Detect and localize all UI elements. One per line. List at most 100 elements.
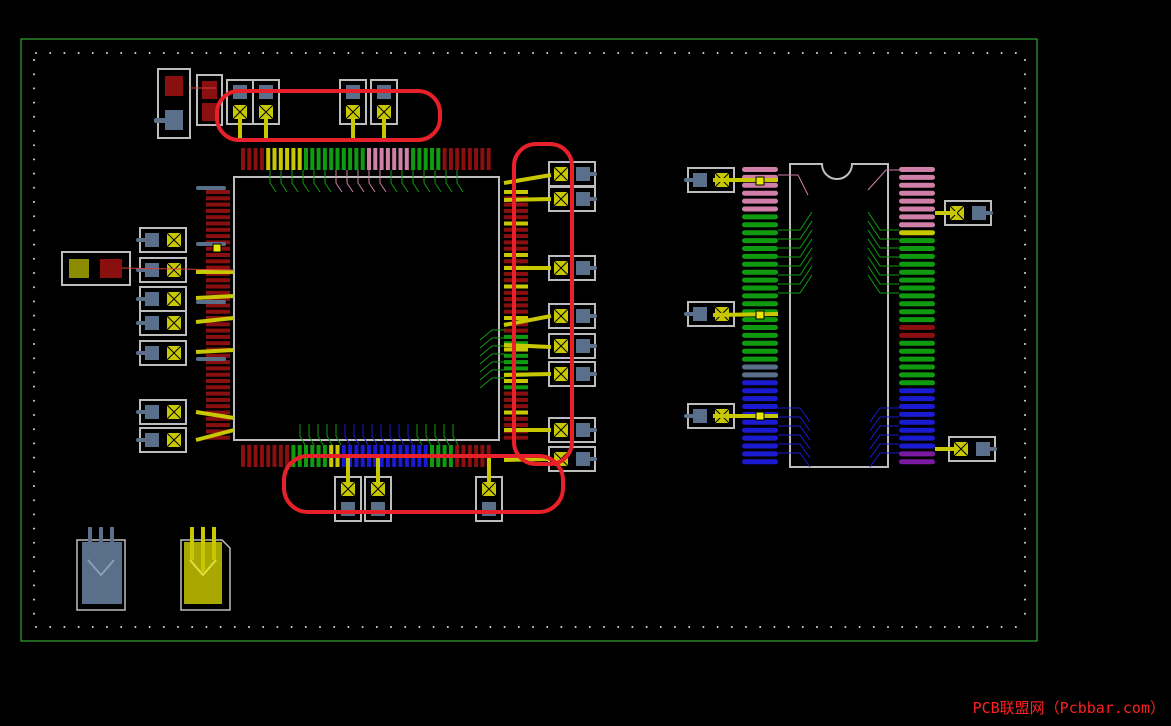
pcb-layout-view[interactable]	[0, 0, 1171, 722]
keepout-dot	[858, 626, 861, 628]
keepout-dot	[1024, 385, 1026, 388]
dip-pin	[899, 451, 935, 457]
qfp-pin	[335, 148, 340, 170]
fanout-trace	[335, 424, 342, 446]
qfp-pin	[423, 148, 428, 170]
keepout-dot	[432, 626, 435, 628]
keepout-dot	[33, 59, 35, 61]
qfp-pin	[241, 445, 245, 467]
keepout-dot	[33, 87, 35, 90]
keepout-dot	[191, 52, 194, 54]
keepout-dot	[290, 52, 293, 54]
keepout-dot	[801, 626, 804, 628]
dip-pin	[899, 285, 935, 291]
fanout-trace	[291, 170, 299, 193]
keepout-dot	[304, 626, 307, 628]
keepout-dot	[830, 52, 833, 54]
qfp-pin	[253, 445, 258, 467]
fanout-trace	[335, 170, 343, 193]
dip-pin	[742, 238, 778, 244]
keepout-dot	[503, 52, 506, 54]
dip-pin	[899, 198, 935, 204]
smd-capacitor	[136, 227, 187, 253]
fanout-trace	[869, 416, 899, 432]
dip-pin	[899, 230, 935, 236]
power-trace	[503, 457, 552, 462]
qfp-pin	[272, 148, 277, 170]
keepout-dot	[958, 626, 960, 628]
keepout-dot	[745, 626, 747, 628]
keepout-dot	[1024, 598, 1026, 601]
qfp-pin	[417, 148, 422, 170]
dip-pin	[742, 206, 778, 212]
qfp-pin	[278, 445, 283, 467]
fanout-trace	[299, 424, 306, 446]
dip-pin	[899, 277, 935, 283]
dip-pin	[899, 443, 935, 449]
keepout-dot	[1000, 52, 1003, 54]
keepout-dot	[1024, 130, 1026, 132]
dip-pin	[899, 182, 935, 188]
fanout-trace	[778, 452, 811, 468]
electrolytic-capacitor-top[interactable]	[154, 68, 191, 139]
to92-yellow[interactable]	[180, 527, 231, 611]
keepout-dot	[33, 328, 35, 331]
keepout-dot	[1024, 584, 1026, 587]
qfp-pins-top	[241, 148, 491, 170]
keepout-dot	[304, 52, 307, 54]
keepout-dot	[1024, 59, 1026, 61]
keepout-dot	[461, 52, 463, 54]
keepout-dot	[659, 52, 662, 54]
keepout-dot	[1024, 513, 1026, 516]
keepout-dot	[148, 626, 151, 628]
fanout-trace	[778, 434, 811, 450]
keepout-dot	[532, 626, 534, 628]
keepout-dot	[33, 229, 35, 232]
dip-pin	[742, 396, 778, 402]
keepout-dot	[588, 52, 591, 54]
pcb-canvas[interactable]: PCB联盟网（Pcbbar.com）	[0, 0, 1171, 722]
keepout-dot	[33, 399, 35, 402]
qfp-pin	[341, 148, 346, 170]
qfp-chip[interactable]	[196, 148, 528, 467]
qfp-pin	[206, 215, 230, 220]
qfp-pin	[304, 148, 308, 170]
keepout-dot	[33, 371, 35, 374]
qfp-pin	[206, 196, 230, 201]
fanout-trace	[869, 452, 899, 468]
power-trace	[195, 316, 235, 324]
keepout-dot	[148, 52, 151, 54]
fanout-trace	[389, 424, 396, 446]
dip-pin	[742, 435, 778, 441]
keepout-dot	[33, 286, 35, 289]
to92-blue[interactable]	[76, 527, 126, 611]
dip-pin	[899, 427, 935, 433]
qfp-pin	[430, 148, 434, 170]
keepout-dot	[1024, 201, 1026, 203]
keepout-dot	[33, 300, 35, 303]
dip-pin	[899, 404, 935, 409]
dip-pin	[742, 443, 778, 449]
keepout-dot	[33, 343, 35, 345]
dip-pin	[742, 261, 778, 267]
qfp-pin	[206, 234, 230, 239]
dip-pin	[742, 246, 778, 251]
qfp-pin	[206, 278, 230, 283]
dip-pin	[899, 301, 935, 307]
keepout-dot	[1024, 257, 1026, 260]
keepout-dot	[33, 186, 35, 189]
qfp-pin	[348, 148, 353, 170]
keepout-dot	[33, 541, 35, 544]
qfp-pin	[448, 148, 453, 170]
qfp-pin	[329, 148, 334, 170]
fanout-trace	[443, 424, 450, 446]
keepout-dot	[1024, 144, 1026, 147]
keepout-dot	[418, 626, 421, 628]
keepout-dot	[787, 626, 790, 628]
dip-pin	[742, 190, 778, 196]
keepout-dot	[177, 52, 179, 54]
keepout-dot	[33, 201, 35, 203]
keepout-dot	[503, 626, 506, 628]
keepout-dot	[1024, 73, 1026, 76]
dip-pin	[742, 459, 778, 465]
